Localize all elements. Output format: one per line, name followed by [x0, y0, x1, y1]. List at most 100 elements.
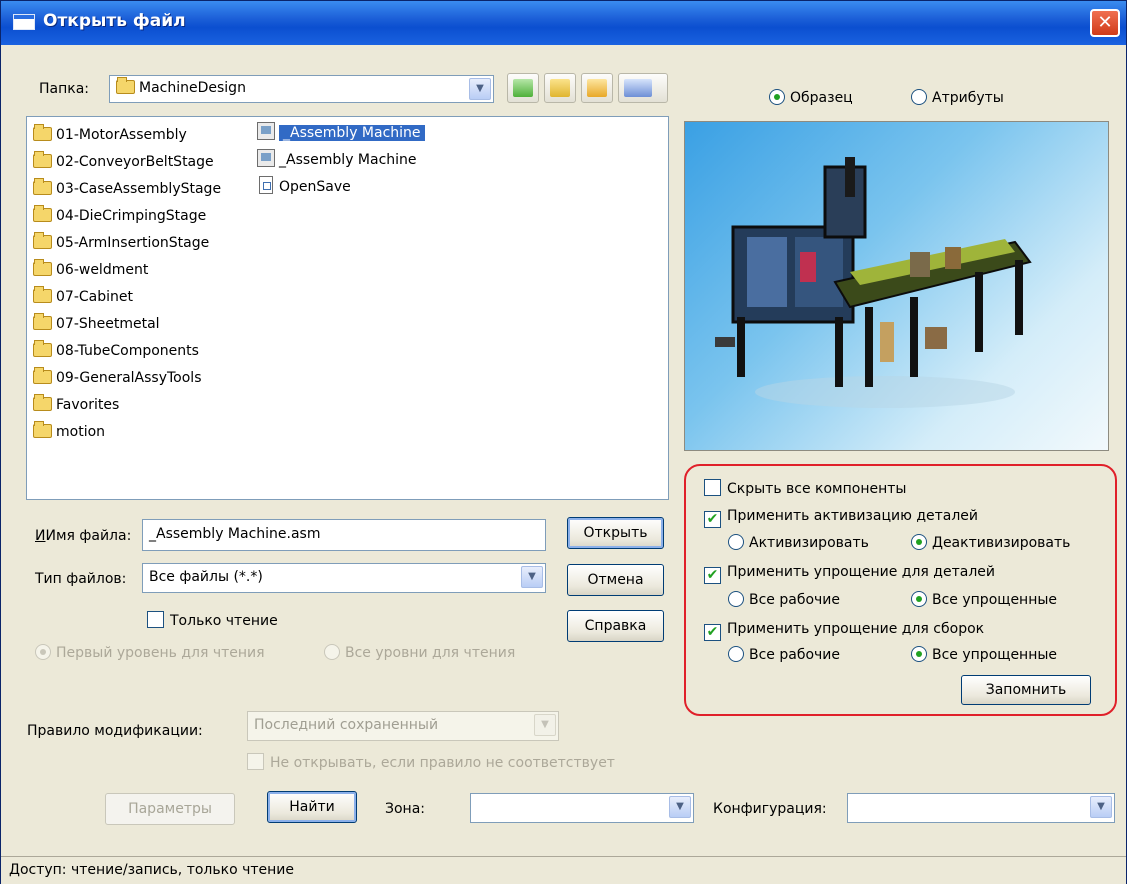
list-item[interactable]: 02-ConveyorBeltStage	[33, 150, 214, 174]
find-button[interactable]: Найти	[267, 791, 357, 823]
list-item-selected[interactable]: _Assembly Machine	[257, 121, 425, 145]
cancel-button[interactable]: Отмена	[567, 564, 664, 596]
all-simplified-parts-radio[interactable]: Все упрощенные	[911, 591, 1057, 608]
radio-dot[interactable]	[911, 89, 927, 105]
assembly-icon	[257, 149, 275, 167]
radio-dot	[324, 644, 340, 660]
params-button: Параметры	[105, 793, 235, 825]
folder-icon	[33, 151, 52, 168]
folder-icon	[33, 259, 52, 276]
filename-label: ИИмя файла:	[35, 528, 132, 544]
list-item[interactable]: 01-MotorAssembly	[33, 123, 187, 147]
deactivate-radio[interactable]: Деактивизировать	[911, 534, 1070, 551]
radio-dot[interactable]	[769, 89, 785, 105]
apply-simplification-parts-checkbox[interactable]: ✔ Применить упрощение для деталей	[704, 564, 995, 584]
file-list[interactable]: 01-MotorAssembly 02-ConveyorBeltStage 03…	[26, 116, 669, 500]
back-icon	[513, 79, 533, 97]
mod-rule-label: Правило модификации:	[27, 723, 203, 739]
list-item[interactable]: OpenSave	[259, 175, 351, 199]
list-item[interactable]: 08-TubeComponents	[33, 339, 199, 363]
configuration-label: Конфигурация:	[713, 801, 827, 817]
folder-icon	[33, 124, 52, 141]
all-working-parts-radio[interactable]: Все рабочие	[728, 591, 840, 608]
all-simplified-assemblies-radio[interactable]: Все упрощенные	[911, 646, 1057, 663]
checkmark-icon[interactable]: ✔	[704, 511, 721, 528]
assembly-machine-image	[715, 157, 1032, 408]
radio-dot[interactable]	[728, 646, 744, 662]
all-levels-radio: Все уровни для чтения	[324, 644, 515, 661]
all-working-assemblies-radio[interactable]: Все рабочие	[728, 646, 840, 663]
view-menu-button[interactable]	[618, 73, 668, 103]
filetype-label: Тип файлов:	[35, 571, 127, 587]
list-item[interactable]: 09-GeneralAssyTools	[33, 366, 202, 390]
list-item[interactable]: _Assembly Machine	[257, 148, 417, 172]
hide-all-checkbox[interactable]: Скрыть все компоненты	[704, 479, 906, 497]
view-menu-icon	[624, 79, 652, 97]
radio-dot[interactable]	[911, 534, 927, 550]
chevron-down-icon[interactable]: ▼	[469, 78, 491, 100]
list-item[interactable]: 07-Sheetmetal	[33, 312, 160, 336]
zone-combo[interactable]: ▼	[470, 793, 694, 823]
radio-dot[interactable]	[911, 591, 927, 607]
assembly-icon	[257, 122, 275, 140]
checkbox-box[interactable]	[147, 611, 164, 628]
folder-combo[interactable]: MachineDesign ▼	[109, 75, 494, 103]
sample-radio[interactable]: Образец	[769, 89, 853, 106]
folder-icon	[33, 367, 52, 384]
list-item[interactable]: 03-CaseAssemblyStage	[33, 177, 221, 201]
model-preview	[684, 121, 1109, 451]
up-folder-button[interactable]	[544, 73, 576, 103]
status-bar: Доступ: чтение/запись, только чтение	[1, 856, 1126, 884]
checkbox-box[interactable]	[704, 479, 721, 496]
folder-icon	[33, 421, 52, 438]
list-item[interactable]: motion	[33, 420, 105, 444]
list-item[interactable]: 07-Cabinet	[33, 285, 133, 309]
document-icon	[259, 176, 273, 194]
folder-icon	[33, 205, 52, 222]
no-open-checkbox: Не открывать, если правило не соответств…	[247, 753, 615, 771]
radio-dot[interactable]	[911, 646, 927, 662]
radio-dot[interactable]	[728, 591, 744, 607]
open-button[interactable]: Открыть	[567, 517, 664, 549]
chevron-down-icon[interactable]: ▼	[521, 566, 543, 588]
checkmark-icon[interactable]: ✔	[704, 567, 721, 584]
folder-icon	[116, 77, 135, 94]
help-button[interactable]: Справка	[567, 610, 664, 642]
folder-icon	[33, 340, 52, 357]
apply-simplification-assemblies-checkbox[interactable]: ✔ Применить упрощение для сборок	[704, 621, 984, 641]
list-item[interactable]: 05-ArmInsertionStage	[33, 231, 209, 255]
window-title: Открыть файл	[43, 11, 186, 31]
new-folder-button[interactable]	[581, 73, 613, 103]
title-bar[interactable]: Открыть файл ✕	[1, 1, 1126, 45]
filename-input[interactable]: _Assembly Machine.asm	[142, 519, 546, 551]
zone-label: Зона:	[385, 801, 425, 817]
status-text: Доступ: чтение/запись, только чтение	[9, 862, 295, 878]
close-button[interactable]: ✕	[1090, 9, 1120, 37]
mod-rule-combo: Последний сохраненный ▼	[247, 711, 559, 741]
attributes-radio[interactable]: Атрибуты	[911, 89, 1004, 106]
configuration-combo[interactable]: ▼	[847, 793, 1115, 823]
back-button[interactable]	[507, 73, 539, 103]
radio-dot	[35, 644, 51, 660]
activate-radio[interactable]: Активизировать	[728, 534, 869, 551]
folder-icon	[33, 232, 52, 249]
first-level-radio: Первый уровень для чтения	[35, 644, 265, 661]
list-item[interactable]: Favorites	[33, 393, 119, 417]
folder-value: MachineDesign	[116, 77, 246, 96]
folder-icon	[33, 286, 52, 303]
readonly-checkbox[interactable]: Только чтение	[147, 611, 278, 629]
remember-button[interactable]: Запомнить	[961, 675, 1091, 705]
radio-dot[interactable]	[728, 534, 744, 550]
list-item[interactable]: 04-DieCrimpingStage	[33, 204, 206, 228]
checkmark-icon[interactable]: ✔	[704, 624, 721, 641]
chevron-down-icon[interactable]: ▼	[669, 796, 691, 818]
chevron-down-icon[interactable]: ▼	[1090, 796, 1112, 818]
folder-label: Папка:	[39, 81, 90, 97]
folder-icon	[33, 394, 52, 411]
new-folder-icon	[587, 79, 607, 97]
filetype-combo[interactable]: Все файлы (*.*) ▼	[142, 563, 546, 593]
list-item[interactable]: 06-weldment	[33, 258, 148, 282]
apply-activation-checkbox[interactable]: ✔ Применить активизацию деталей	[704, 508, 978, 528]
chevron-down-icon: ▼	[534, 714, 556, 736]
window-icon	[13, 14, 35, 30]
